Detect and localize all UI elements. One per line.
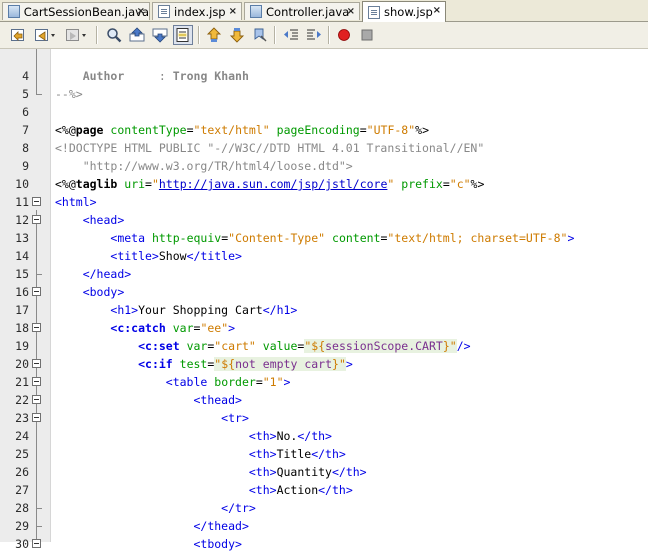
code-line: 13 <meta http-equiv="Content-Type" conte…: [15, 231, 575, 245]
code-line: 7 <%@page contentType="text/html" pageEn…: [22, 123, 429, 137]
close-icon[interactable]: ×: [433, 5, 441, 16]
code-line: 8 <!DOCTYPE HTML PUBLIC "-//W3C//DTD HTM…: [22, 141, 485, 155]
toolbar-separator: [274, 26, 275, 44]
code-line: 20 <c:if test="${not empty cart}">: [15, 357, 353, 371]
code-line: 17 <h1>Your Shopping Cart</h1>: [15, 303, 298, 317]
code-line: 15 </head>: [15, 267, 132, 281]
code-editor[interactable]: 4 Author : Trong Khanh 5 --%> 6 7 <%@pag…: [0, 49, 648, 551]
taglib-uri-link[interactable]: http://java.sun.com/jsp/jstl/core: [159, 177, 387, 191]
toggle-highlight-icon[interactable]: [173, 25, 193, 45]
code-line: 21 <table border="1">: [15, 375, 291, 389]
code-line: 24 <th>No.</th>: [15, 429, 332, 443]
tab-label: CartSessionBean.java: [23, 4, 149, 19]
tab-label: Controller.java: [266, 4, 350, 19]
code-line: 22 <thead>: [15, 393, 242, 407]
fold-toggle-icon[interactable]: [32, 377, 41, 386]
forward-icon[interactable]: [64, 25, 90, 45]
code-line: 12 <head>: [15, 213, 125, 227]
code-line: 16 <body>: [15, 285, 125, 299]
editor-toolbar: [0, 22, 648, 49]
toolbar-separator: [96, 26, 97, 44]
tab-controller-java[interactable]: Controller.java ×: [244, 2, 360, 20]
close-icon[interactable]: ×: [347, 6, 355, 17]
previous-bookmark-icon[interactable]: [204, 25, 224, 45]
fold-toggle-icon[interactable]: [32, 359, 41, 368]
fold-toggle-icon[interactable]: [32, 323, 41, 332]
code-line: 25 <th>Title</th>: [15, 447, 346, 461]
code-line: 27 <th>Action</th>: [15, 483, 353, 497]
shift-right-icon[interactable]: [304, 25, 324, 45]
code-line: 11 <html>: [15, 195, 97, 209]
tab-cartsessionbean[interactable]: CartSessionBean.java ×: [2, 2, 150, 20]
find-next-icon[interactable]: [150, 25, 170, 45]
fold-toggle-icon[interactable]: [32, 413, 41, 422]
code-line: 19 <c:set var="cart" value="${sessionSco…: [15, 339, 471, 353]
code-line: 9 "http://www.w3.org/TR/html4/loose.dtd"…: [22, 159, 353, 173]
code-line: 14 <title>Show</title>: [15, 249, 242, 263]
record-macro-icon[interactable]: [334, 25, 354, 45]
last-edit-icon[interactable]: [8, 25, 28, 45]
tab-label: show.jsp: [384, 5, 433, 19]
find-icon[interactable]: [104, 25, 124, 45]
code-line: 4 Author : Trong Khanh: [22, 69, 249, 83]
toolbar-separator: [328, 26, 329, 44]
java-file-icon: [250, 5, 262, 18]
close-icon[interactable]: ×: [229, 6, 237, 17]
toggle-bookmark-icon[interactable]: [250, 25, 270, 45]
code-line: 30 <tbody>: [15, 537, 242, 551]
fold-toggle-icon[interactable]: [32, 539, 41, 548]
tab-index-jsp[interactable]: index.jsp ×: [152, 2, 242, 20]
code-line: 23 <tr>: [15, 411, 249, 425]
jsp-file-icon: [368, 5, 380, 19]
editor-tab-bar: CartSessionBean.java × index.jsp × Contr…: [0, 0, 648, 22]
close-icon[interactable]: ×: [137, 6, 145, 17]
tab-show-jsp[interactable]: show.jsp ×: [362, 1, 446, 22]
code-line: 28 </tr>: [15, 501, 256, 515]
find-previous-icon[interactable]: [127, 25, 147, 45]
code-line: 26 <th>Quantity</th>: [15, 465, 367, 479]
fold-toggle-icon[interactable]: [32, 197, 41, 206]
back-icon[interactable]: [33, 25, 59, 45]
shift-left-icon[interactable]: [281, 25, 301, 45]
java-file-icon: [8, 5, 20, 18]
fold-toggle-icon[interactable]: [32, 395, 41, 404]
tab-label: index.jsp: [174, 4, 226, 19]
code-line: 29 </thead>: [15, 519, 249, 533]
next-bookmark-icon[interactable]: [227, 25, 247, 45]
jsp-file-icon: [158, 5, 170, 18]
code-line: 10 <%@taglib uri="http://java.sun.com/js…: [15, 177, 485, 191]
code-line: 6: [22, 105, 29, 119]
code-line: 5 --%>: [22, 87, 83, 101]
fold-toggle-icon[interactable]: [32, 215, 41, 224]
fold-toggle-icon[interactable]: [32, 287, 41, 296]
code-line: 18 <c:catch var="ee">: [15, 321, 236, 335]
stop-macro-icon[interactable]: [357, 25, 377, 45]
toolbar-separator: [198, 26, 199, 44]
